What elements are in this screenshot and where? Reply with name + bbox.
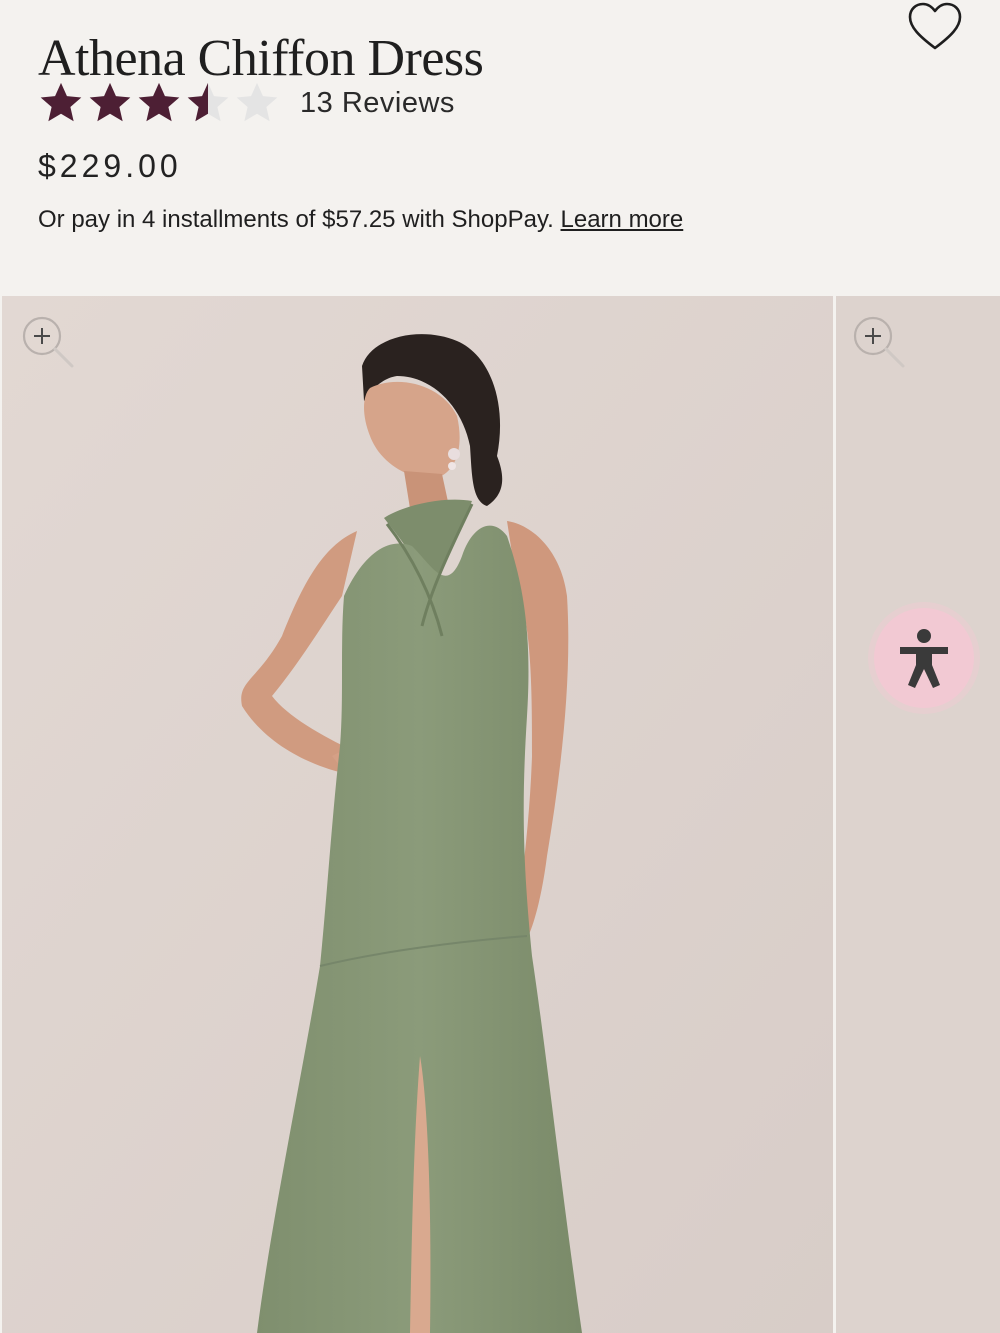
heart-outline-icon	[908, 2, 962, 50]
zoom-in-icon	[853, 316, 905, 368]
accessibility-person-icon	[900, 629, 948, 688]
reviews-link[interactable]: 13 Reviews	[300, 87, 455, 120]
gallery-slide-2[interactable]	[836, 296, 1000, 1333]
star-half-icon	[187, 82, 229, 122]
gallery-slide-1[interactable]	[2, 296, 833, 1333]
star-empty-icon	[236, 82, 278, 122]
zoom-button[interactable]	[20, 314, 76, 370]
product-price: $229.00	[38, 148, 182, 184]
zoom-in-icon	[22, 316, 74, 368]
star-rating	[38, 80, 280, 126]
product-gallery[interactable]	[0, 296, 1000, 1333]
accessibility-button[interactable]	[874, 608, 974, 708]
product-photo	[2, 296, 833, 1333]
wishlist-button[interactable]	[905, 0, 965, 54]
star-icon	[40, 82, 82, 122]
learn-more-link[interactable]: Learn more	[561, 206, 684, 233]
installments-text: Or pay in 4 installments of $57.25 with …	[38, 206, 554, 233]
installments-note: Or pay in 4 installments of $57.25 with …	[38, 206, 683, 234]
star-icon	[89, 82, 131, 122]
star-icon	[138, 82, 180, 122]
zoom-button[interactable]	[851, 314, 907, 370]
rating-summary[interactable]: 13 Reviews	[38, 78, 455, 128]
product-info: Athena Chiffon Dress 13 Reviews $229.00 …	[0, 0, 1000, 296]
